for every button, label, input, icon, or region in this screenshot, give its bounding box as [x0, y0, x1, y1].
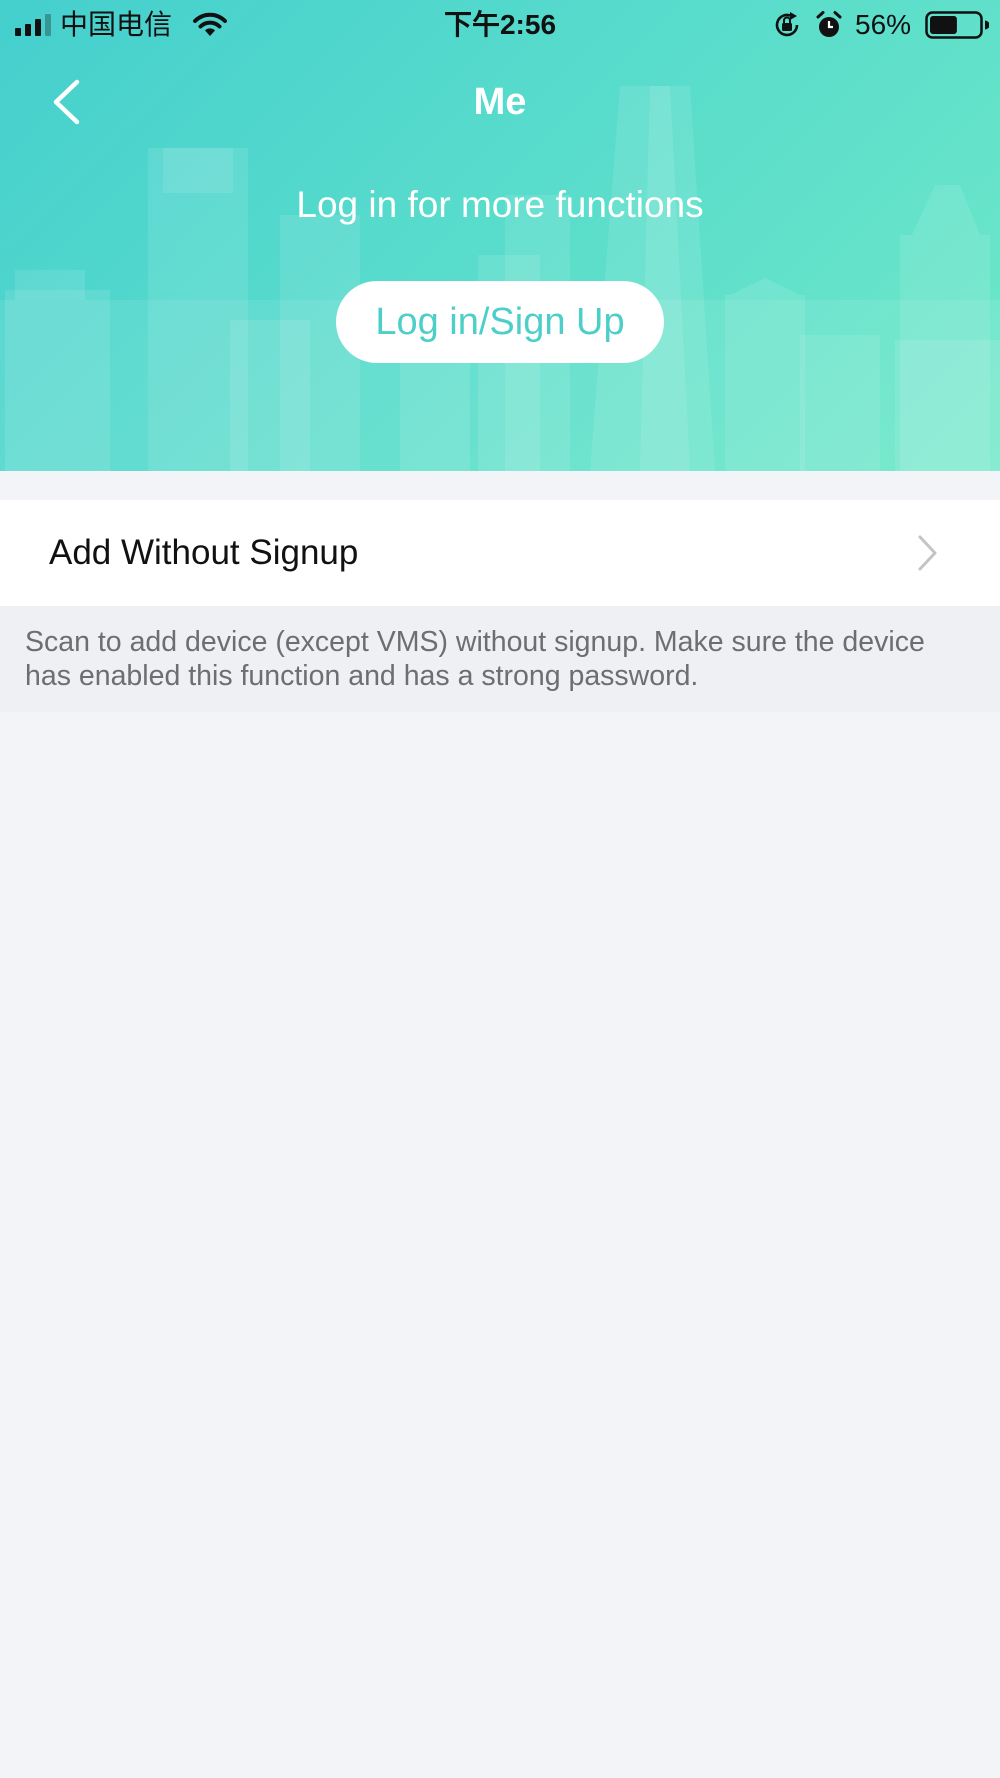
status-time: 下午2:56 — [443, 9, 557, 40]
orientation-lock-icon — [775, 12, 799, 37]
list-item-label: Add Without Signup — [49, 533, 359, 572]
battery-icon — [925, 11, 989, 39]
add-without-signup-note: Scan to add device (except VMS) without … — [0, 606, 1000, 712]
login-signup-button[interactable]: Log in/Sign Up — [336, 281, 664, 363]
note-text: Scan to add device (except VMS) without … — [25, 626, 925, 692]
chevron-right-icon — [918, 535, 937, 571]
me-screen: 中国电信 下午2:56 56% Me Log in for more funct… — [0, 0, 1000, 1778]
alarm-icon — [816, 11, 842, 37]
page-title: Me — [473, 81, 527, 123]
battery-percent: 56% — [855, 9, 912, 40]
city-skyline-illustration — [0, 86, 1000, 471]
add-without-signup-row[interactable]: Add Without Signup — [0, 500, 1000, 606]
hero-header: 中国电信 下午2:56 56% Me Log in for more funct… — [0, 0, 1000, 471]
status-bar: 中国电信 下午2:56 56% — [0, 0, 1000, 50]
login-prompt-text: Log in for more functions — [296, 184, 704, 225]
